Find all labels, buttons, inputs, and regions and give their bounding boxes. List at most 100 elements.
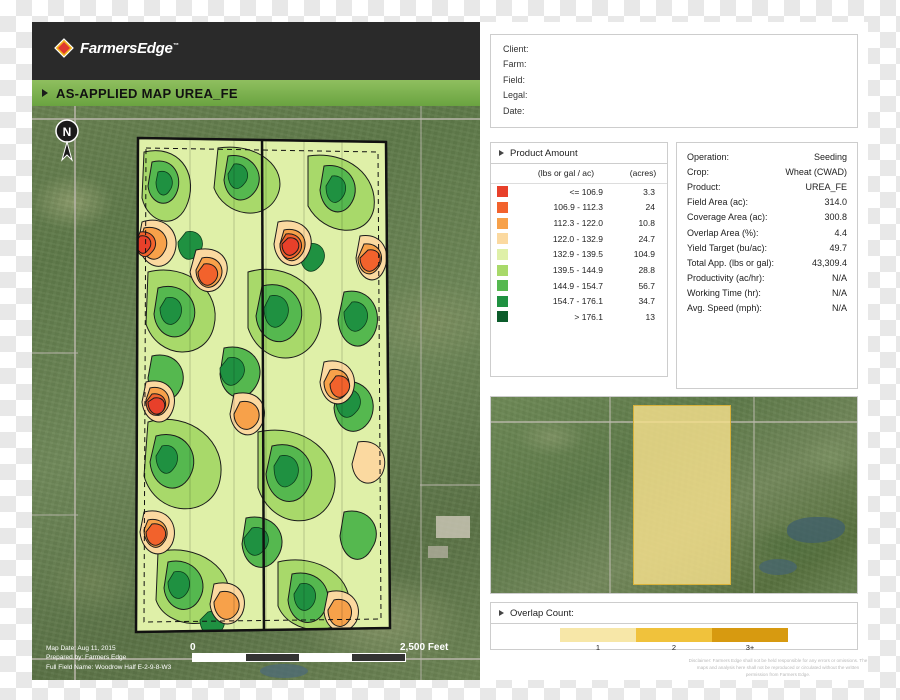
overview-water-body	[759, 559, 797, 575]
operation-value: Seeding	[813, 151, 847, 162]
brand-name-text: FarmersEdge	[80, 39, 173, 57]
legend-acres-value: 34.7	[638, 296, 655, 307]
legend-row: 122.0 - 132.9 24.7	[491, 231, 667, 247]
report-page: FarmersEdge™ AS-APPLIED MAP UREA_FE N 0 …	[32, 22, 868, 680]
as-applied-field-map[interactable]	[128, 132, 396, 642]
scale-max-value: 2,500	[400, 642, 426, 653]
operation-row: Crop: Wheat (CWAD)	[677, 164, 857, 179]
scale-min-label: 0	[190, 642, 196, 653]
client-info-box: Client: Farm: Field: Legal: Date:	[490, 34, 858, 128]
operation-key: Overlap Area (%):	[687, 227, 759, 238]
legend-range-label: 154.7 - 176.1	[552, 296, 603, 307]
legend-color-swatch	[491, 184, 513, 200]
field-edge-line	[32, 514, 78, 516]
overlap-count-title: Overlap Count:	[510, 607, 574, 619]
expand-triangle-icon[interactable]	[499, 150, 504, 156]
legend-range-label: 122.0 - 132.9	[552, 233, 603, 244]
operation-value: 4.4	[834, 227, 847, 238]
pond-patch	[260, 664, 308, 678]
farm-field-label: Farm:	[503, 59, 527, 70]
field-overview-map[interactable]	[490, 396, 858, 594]
legend-color-swatch	[491, 200, 513, 216]
operation-row: Productivity (ac/hr): N/A	[677, 271, 857, 286]
legend-row: 139.5 - 144.9 28.8	[491, 262, 667, 278]
legend-row: > 176.1 13	[491, 309, 667, 325]
scale-max-label: 2,500 Feet	[400, 642, 448, 653]
legend-range-label: 106.9 - 112.3	[553, 202, 603, 213]
operation-key: Product:	[687, 181, 721, 192]
road-line	[74, 106, 76, 680]
overlap-field-polygon	[633, 405, 731, 585]
map-title-bar[interactable]: AS-APPLIED MAP UREA_FE	[32, 80, 480, 106]
overlap-color-scale	[560, 628, 788, 642]
legend-value-col-header: (lbs or gal / ac)	[513, 164, 619, 184]
legend-color-swatch	[491, 309, 513, 325]
report-header-bar: FarmersEdge™	[32, 22, 480, 80]
operation-value: 49.7	[829, 242, 847, 253]
operation-row: Yield Target (bu/ac): 49.7	[677, 240, 857, 255]
overlap-count-header[interactable]: Overlap Count:	[491, 603, 857, 624]
product-amount-header[interactable]: Product Amount	[491, 143, 667, 164]
legend-acres-value: 3.3	[643, 186, 655, 197]
overlap-tick-label: 3+	[745, 643, 755, 652]
legend-color-swatch	[491, 278, 513, 294]
operation-key: Crop:	[687, 166, 710, 177]
overlap-scale-ticks: 1 2 3+	[560, 643, 788, 652]
field-field-label: Field:	[503, 74, 526, 85]
legend-range-label: > 176.1	[574, 311, 603, 322]
operation-row: Product: UREA_FE	[677, 179, 857, 194]
operation-value: N/A	[831, 273, 847, 284]
legend-row: 144.9 - 154.7 56.7	[491, 278, 667, 294]
legend-swatch-col	[491, 164, 513, 184]
farmstead-patch	[436, 516, 470, 538]
client-field-label: Client:	[503, 44, 529, 54]
legend-range-label: 132.9 - 139.5	[552, 249, 603, 260]
operation-key: Working Time (hr):	[687, 288, 761, 299]
operation-value: N/A	[831, 288, 847, 299]
legend-row: 132.9 - 139.5 104.9	[491, 247, 667, 263]
operation-key: Operation:	[687, 151, 730, 162]
legend-row: 112.3 - 122.0 10.8	[491, 215, 667, 231]
legend-acres-value: 56.7	[638, 280, 655, 291]
brand-name: FarmersEdge™	[80, 39, 179, 57]
full-field-name: Full Field Name: Woodrow Half E-2-9-8-W3	[46, 663, 172, 671]
brand-tm: ™	[172, 42, 179, 49]
prepared-by: Prepared by: Farmers Edge	[46, 654, 127, 662]
legend-range-label: <= 106.9	[569, 186, 603, 197]
legend-acres-value: 24.7	[638, 233, 655, 244]
expand-triangle-icon[interactable]	[42, 89, 48, 97]
expand-triangle-icon[interactable]	[499, 610, 504, 616]
legend-row: <= 106.9 3.3	[491, 184, 667, 200]
brand-logo: FarmersEdge™	[54, 38, 179, 58]
product-amount-box: Product Amount (lbs or gal / ac) (acres)…	[490, 142, 668, 377]
operation-details-box: Operation: Seeding Crop: Wheat (CWAD) Produc…	[676, 142, 858, 389]
date-field-label: Date:	[503, 105, 525, 116]
operation-row: Coverage Area (ac): 300.8	[677, 210, 857, 225]
overlap-scale-segment	[560, 628, 636, 642]
farmers-edge-logo-icon	[54, 38, 74, 58]
farmstead-patch	[428, 546, 448, 558]
scale-units: Feet	[427, 642, 449, 653]
operation-value: UREA_FE	[805, 181, 847, 192]
legend-color-swatch	[491, 262, 513, 278]
overlap-scale-segment	[712, 628, 788, 642]
legend-acres-value: 10.8	[638, 218, 655, 229]
product-amount-title: Product Amount	[510, 147, 578, 159]
report-sidebar: Client: Farm: Field: Legal: Date: Produc…	[480, 22, 868, 680]
legend-acres-col-header: (acres)	[619, 164, 667, 184]
legend-color-swatch	[491, 247, 513, 263]
legend-acres-value: 24	[645, 202, 655, 213]
operation-key: Coverage Area (ac):	[687, 212, 768, 223]
operation-value: N/A	[831, 303, 847, 314]
map-panel[interactable]: FarmersEdge™ AS-APPLIED MAP UREA_FE N 0 …	[32, 22, 480, 680]
legend-header-row: (lbs or gal / ac) (acres)	[491, 164, 667, 184]
operation-row: Operation: Seeding	[677, 149, 857, 164]
disclaimer-text: Disclaimer: Farmers Edge shall not be he…	[688, 658, 868, 677]
svg-text:N: N	[63, 125, 72, 139]
operation-row: Overlap Area (%): 4.4	[677, 225, 857, 240]
overlap-scale-segment	[636, 628, 712, 642]
overview-road-line	[753, 397, 755, 593]
legend-range-label: 139.5 - 144.9	[552, 264, 603, 275]
map-title: AS-APPLIED MAP UREA_FE	[56, 85, 238, 101]
legend-color-swatch	[491, 293, 513, 309]
